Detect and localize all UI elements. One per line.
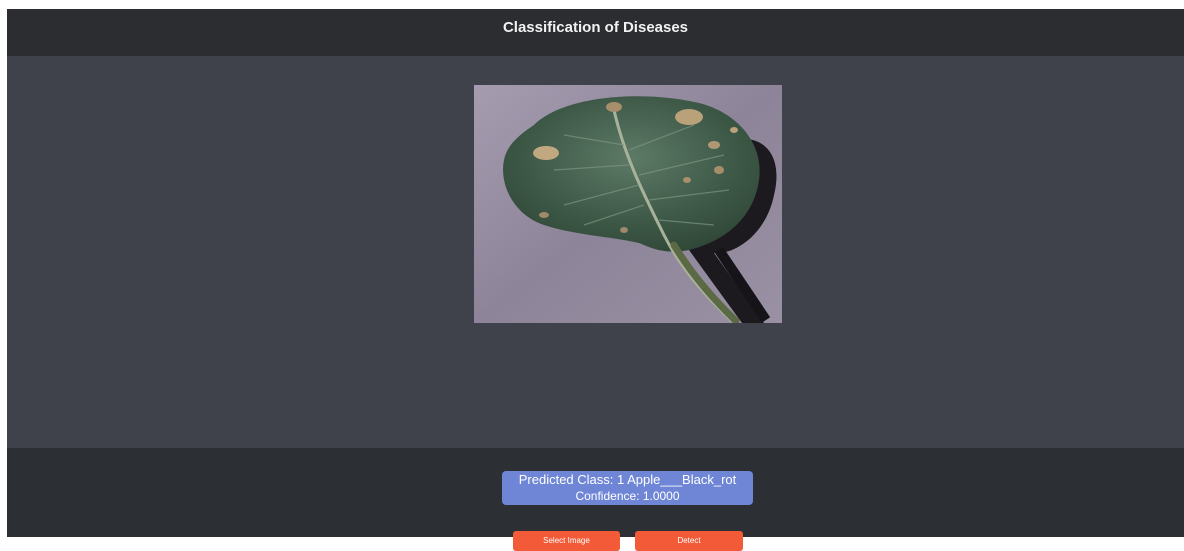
image-preview-area: [7, 56, 1184, 448]
page-title: Classification of Diseases: [502, 19, 689, 36]
app-window: Classification of Diseases Predicted Cla…: [7, 9, 1184, 551]
select-image-button[interactable]: Select Image: [513, 531, 620, 551]
header-bar: Classification of Diseases: [7, 9, 1184, 56]
predicted-class-text: Predicted Class: 1 Apple___Black_rot: [518, 472, 737, 487]
detect-button[interactable]: Detect: [635, 531, 743, 551]
confidence-text: Confidence: 1.0000: [575, 489, 680, 503]
apple-leaf-icon: [474, 85, 782, 323]
prediction-result-box: Predicted Class: 1 Apple___Black_rot Con…: [502, 471, 753, 505]
result-panel: Predicted Class: 1 Apple___Black_rot Con…: [7, 448, 1184, 551]
